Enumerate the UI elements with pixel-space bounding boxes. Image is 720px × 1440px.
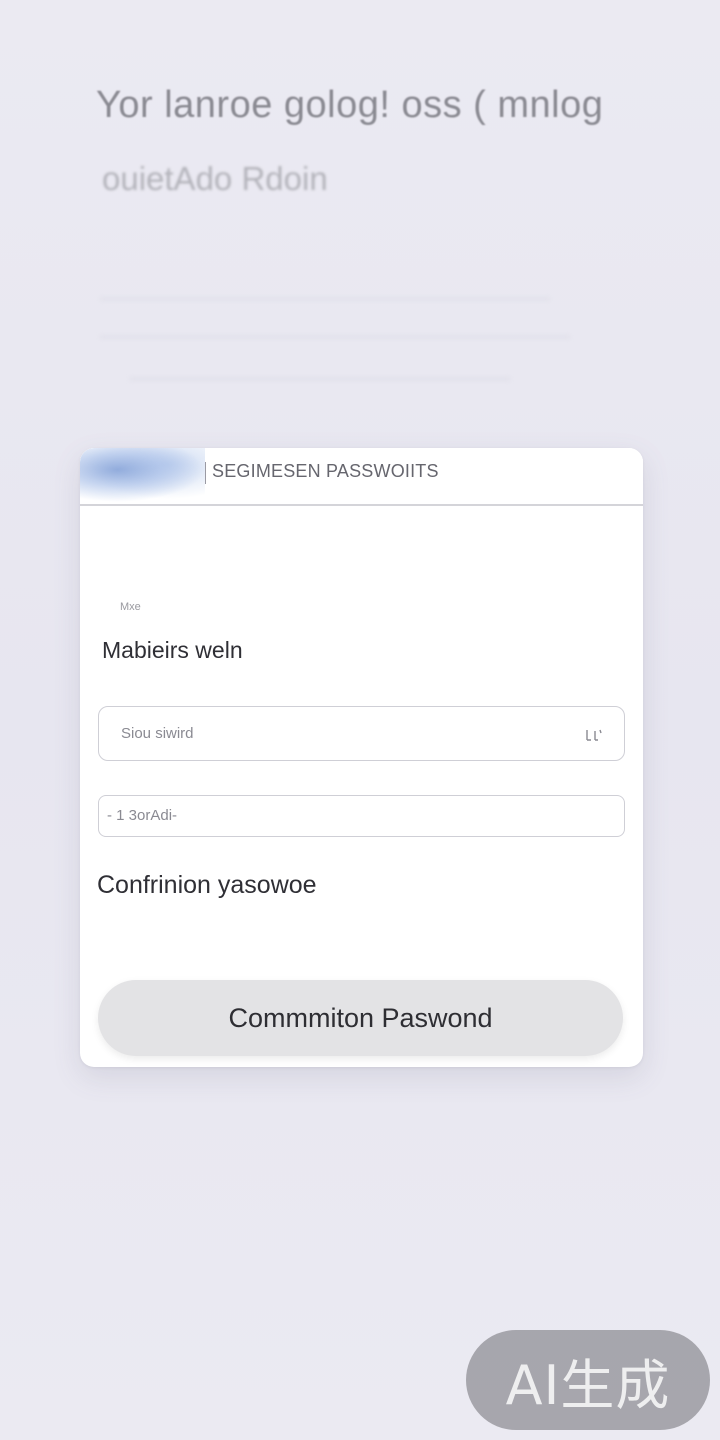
section-label: Mabieirs weln [102,637,243,663]
field-caption: Mxe [120,601,141,613]
confirm-password-label: Confrinion yasowoe [97,871,317,899]
confirm-password-value: - 1 3orAdi- [107,807,178,824]
eye-icon[interactable] [584,728,604,742]
background-subtext: ouietAdo Rdoin [102,160,328,197]
background-headline: Yor lanroe golog! oss ( mnlog [96,84,604,126]
background-divider [100,336,570,338]
ai-generated-watermark: AI生成 [466,1330,710,1430]
card-title: SEGIMESEN PASSWOIITS [212,461,439,481]
password-input[interactable]: Siou siwird [98,706,625,761]
password-placeholder: Siou siwird [121,725,194,742]
header-divider [205,462,206,484]
background-divider [130,378,510,380]
password-card: SEGIMESEN PASSWOIITS Mxe Mabieirs weln S… [80,448,643,1067]
confirm-password-button[interactable]: Commmiton Paswond [98,980,623,1056]
header-decoration-image [80,448,205,502]
background-divider [100,298,550,300]
page: Yor lanroe golog! oss ( mnlog ouietAdo R… [0,0,720,1440]
confirm-password-input[interactable]: - 1 3orAdi- [98,795,625,837]
card-header: SEGIMESEN PASSWOIITS [80,448,643,506]
